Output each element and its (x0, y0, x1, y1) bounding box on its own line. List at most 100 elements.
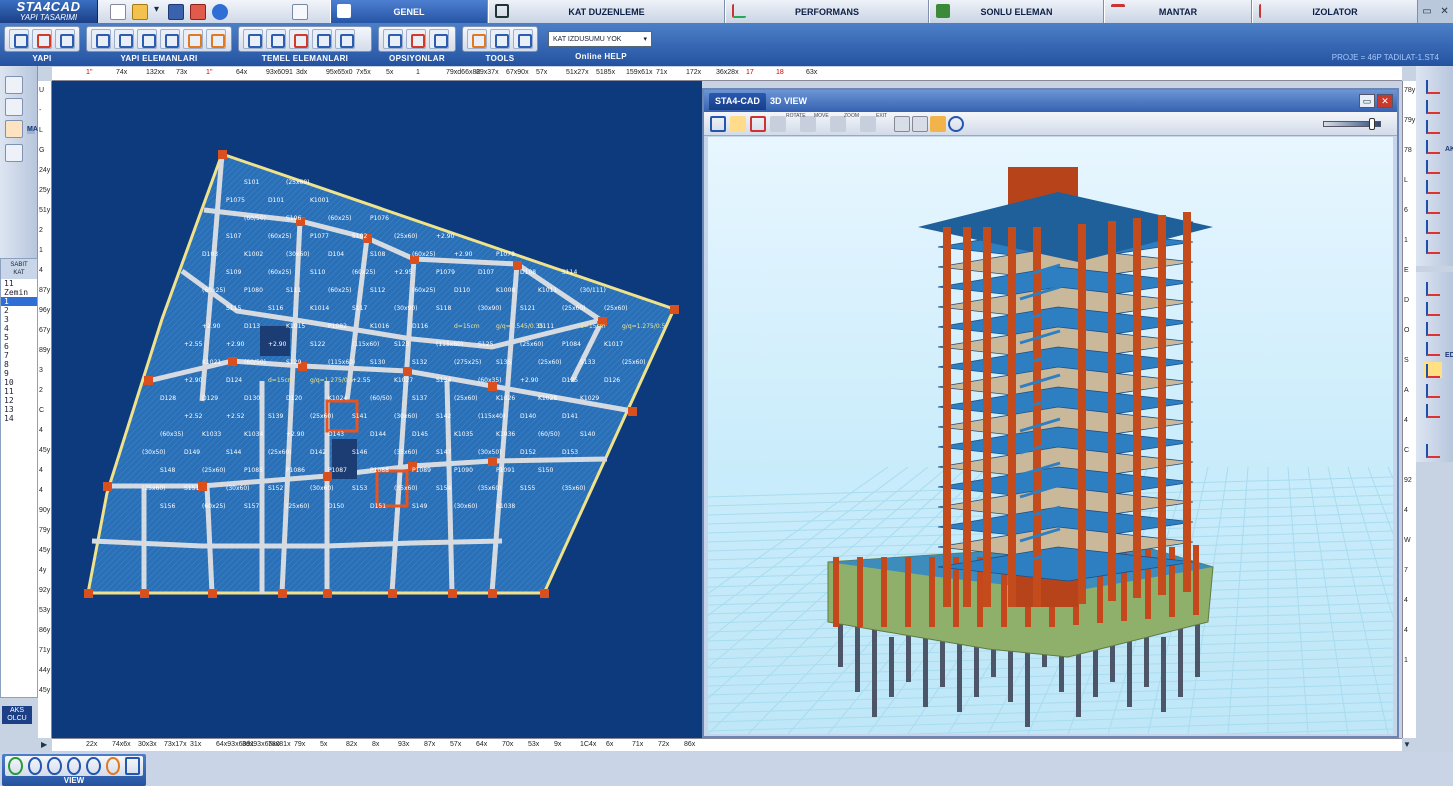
building-icon[interactable] (9, 29, 29, 49)
close-icon[interactable]: ✕ (1440, 6, 1448, 17)
edit-eraser-icon[interactable] (1424, 382, 1442, 398)
app-logo[interactable]: STA4CAD YAPI TASARIMI (0, 0, 98, 23)
edit-tool-icon[interactable] (1424, 402, 1442, 418)
floor-list-item[interactable]: 10 (1, 378, 37, 387)
check-icon[interactable] (406, 29, 426, 49)
select-tool-icon[interactable] (467, 29, 487, 49)
edit-help-icon[interactable] (1424, 340, 1442, 356)
floor-list-item[interactable]: 13 (1, 405, 37, 414)
floor-plan-canvas[interactable]: S101 (25x60) P1075 D101 K1001 (60/50) S106 (60x… (52, 81, 702, 738)
brick-wall-icon[interactable] (183, 29, 203, 49)
zoom-in-icon[interactable] (66, 757, 82, 775)
macro-floor-icon[interactable] (5, 144, 23, 162)
floor-list-item[interactable]: 2 (1, 306, 37, 315)
macro-dimension-icon[interactable] (5, 98, 23, 116)
3d-view-window[interactable]: STA4-CAD 3D VIEW ▭ ✕ ROTATE MOVE ZOOM EX… (702, 88, 1399, 738)
view-wire-icon[interactable] (912, 116, 928, 132)
play-icon[interactable] (212, 3, 228, 20)
floor-list-item[interactable]: Zemin (1, 288, 37, 297)
aks-tool-icon[interactable] (1424, 238, 1442, 254)
save-icon[interactable] (168, 3, 184, 20)
document-icon[interactable] (292, 3, 308, 20)
floor-list-item[interactable]: 8 (1, 360, 37, 369)
edit-highlight-icon[interactable] (1424, 362, 1442, 378)
strip-footing-icon[interactable] (312, 29, 332, 49)
zoom-window-icon[interactable] (47, 757, 62, 775)
column-icon[interactable] (114, 29, 134, 49)
save-as-icon[interactable] (190, 3, 206, 20)
zoom-slider-handle[interactable] (1369, 118, 1375, 130)
aks-tool-icon[interactable] (1424, 78, 1442, 94)
slab-grid-icon[interactable] (206, 29, 226, 49)
aks-tool-icon[interactable] (1424, 198, 1442, 214)
tab-sonlu-eleman[interactable]: SONLU ELEMAN (929, 0, 1104, 23)
edit-tool-icon[interactable] (1424, 300, 1442, 316)
stair-icon[interactable] (160, 29, 180, 49)
footing-icon[interactable] (243, 29, 263, 49)
aks-olcu-button[interactable]: AKS OLCU (2, 706, 32, 724)
raft-icon[interactable] (266, 29, 286, 49)
wall-icon[interactable] (137, 29, 157, 49)
pencil-icon[interactable] (930, 116, 946, 132)
fit-view-icon[interactable] (125, 757, 141, 775)
rotate-icon[interactable] (770, 116, 786, 132)
floor-list-item[interactable]: 6 (1, 342, 37, 351)
layers-icon[interactable] (513, 29, 533, 49)
scroll-down-icon[interactable]: ▼ (1403, 740, 1411, 749)
tab-performans[interactable]: PERFORMANS (725, 0, 929, 23)
open-folder-icon[interactable] (132, 3, 148, 20)
floor-list-item[interactable]: 5 (1, 333, 37, 342)
kat-izdusumu-select[interactable]: KAT IZDUSUMU YOK ▾ (548, 31, 652, 47)
minimize-icon[interactable]: ▭ (1422, 6, 1431, 17)
pile-icon[interactable] (289, 29, 309, 49)
3d-model-viewport[interactable] (708, 137, 1393, 734)
floor-list-item[interactable]: 14 (1, 414, 37, 423)
help-icon[interactable] (750, 116, 766, 132)
macro-label-icon[interactable] (5, 120, 23, 138)
tie-beam-icon[interactable] (335, 29, 355, 49)
zoom-all-icon[interactable] (27, 757, 43, 775)
close-icon[interactable]: ✕ (1377, 94, 1393, 108)
floor-list-item[interactable]: 4 (1, 324, 37, 333)
dropdown-arrow-icon[interactable]: ▾ (154, 4, 162, 20)
exit-icon[interactable] (860, 116, 876, 132)
floor-list-item[interactable]: 9 (1, 369, 37, 378)
floor-list-item[interactable]: 11 (1, 279, 37, 288)
axis-icon[interactable] (32, 29, 52, 49)
search-icon[interactable] (948, 116, 964, 132)
scroll-left-icon[interactable]: ▶ (41, 740, 47, 749)
axis-view-icon[interactable] (710, 116, 726, 132)
structure-icon[interactable] (55, 29, 75, 49)
aks-tool-icon[interactable] (1424, 98, 1442, 114)
aks-tool-icon[interactable] (1424, 178, 1442, 194)
3d-view-tab[interactable]: STA4-CAD (709, 93, 766, 110)
tab-izolator[interactable]: IZOLATOR (1252, 0, 1418, 23)
tab-mantar[interactable]: MANTAR (1104, 0, 1252, 23)
floor-list-item[interactable]: 11 (1, 387, 37, 396)
home-view-icon[interactable] (730, 116, 746, 132)
macro-axis-icon[interactable] (5, 76, 23, 94)
aks-tool-icon[interactable] (1424, 158, 1442, 174)
new-file-icon[interactable] (110, 3, 126, 20)
tab-genel[interactable]: GENEL (330, 0, 488, 23)
view-grid-icon[interactable] (894, 116, 910, 132)
restore-icon[interactable]: ▭ (1359, 94, 1375, 108)
pan-icon[interactable] (105, 757, 121, 775)
loads-icon[interactable] (429, 29, 449, 49)
floor-list-item[interactable]: 1 (1, 297, 37, 306)
floor-list-item[interactable]: 3 (1, 315, 37, 324)
aks-tool-icon[interactable] (1424, 118, 1442, 134)
edit-tool-icon[interactable] (1424, 320, 1442, 336)
aks-tool-icon[interactable] (1424, 218, 1442, 234)
options-icon[interactable] (383, 29, 403, 49)
floor-list-item[interactable]: 7 (1, 351, 37, 360)
online-help-link[interactable]: Online HELP (544, 52, 658, 62)
grid-tool-icon[interactable] (490, 29, 510, 49)
tab-kat-duzenleme[interactable]: KAT DUZENLEME (488, 0, 725, 23)
floor-list-item[interactable]: 12 (1, 396, 37, 405)
edit-chart-icon[interactable] (1424, 442, 1442, 458)
refresh-icon[interactable] (8, 757, 23, 775)
beam-icon[interactable] (91, 29, 111, 49)
edit-tool-icon[interactable] (1424, 280, 1442, 296)
zoom-out-icon[interactable] (86, 757, 101, 775)
